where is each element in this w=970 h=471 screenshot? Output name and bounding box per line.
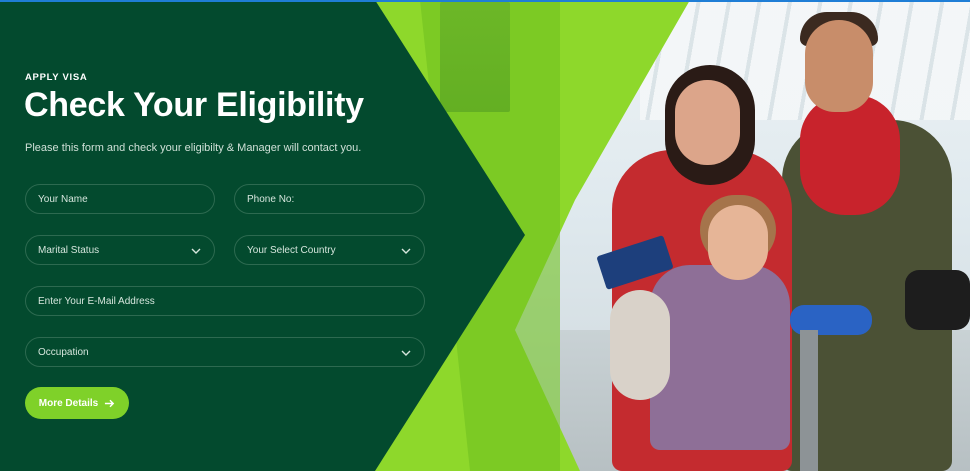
email-input-placeholder: Enter Your E-Mail Address: [38, 295, 155, 307]
man-hoodie: [800, 95, 900, 215]
section-eyebrow: APPLY VISA: [25, 72, 88, 83]
girl-face: [708, 205, 768, 280]
name-input[interactable]: Your Name: [25, 184, 215, 214]
occupation-value: Occupation: [38, 346, 89, 358]
page-title: Check Your Eligibility: [24, 86, 364, 124]
page-subtitle: Please this form and check your eligibil…: [25, 142, 362, 154]
marital-status-value: Marital Status: [38, 244, 100, 256]
top-border: [0, 0, 970, 2]
marital-status-select[interactable]: Marital Status: [25, 235, 215, 265]
chevron-down-icon: [191, 248, 201, 254]
luggage-trolley-pole: [800, 330, 818, 471]
arrow-right-icon: [105, 399, 115, 407]
phone-input-placeholder: Phone No:: [247, 193, 295, 205]
woman-face: [675, 80, 740, 165]
occupation-select[interactable]: Occupation: [25, 337, 425, 367]
country-value: Your Select Country: [247, 244, 336, 256]
departure-board: [440, 2, 510, 112]
backpack: [905, 270, 970, 330]
chevron-down-icon: [401, 248, 411, 254]
man-face: [805, 20, 873, 112]
chevron-down-icon: [401, 350, 411, 356]
email-input[interactable]: Enter Your E-Mail Address: [25, 286, 425, 316]
plush-toy: [610, 290, 670, 400]
more-details-button[interactable]: More Details: [25, 387, 129, 419]
name-input-placeholder: Your Name: [38, 193, 88, 205]
girl-figure: [650, 265, 790, 450]
more-details-label: More Details: [38, 397, 99, 409]
phone-input[interactable]: Phone No:: [234, 184, 425, 214]
country-select[interactable]: Your Select Country: [234, 235, 425, 265]
